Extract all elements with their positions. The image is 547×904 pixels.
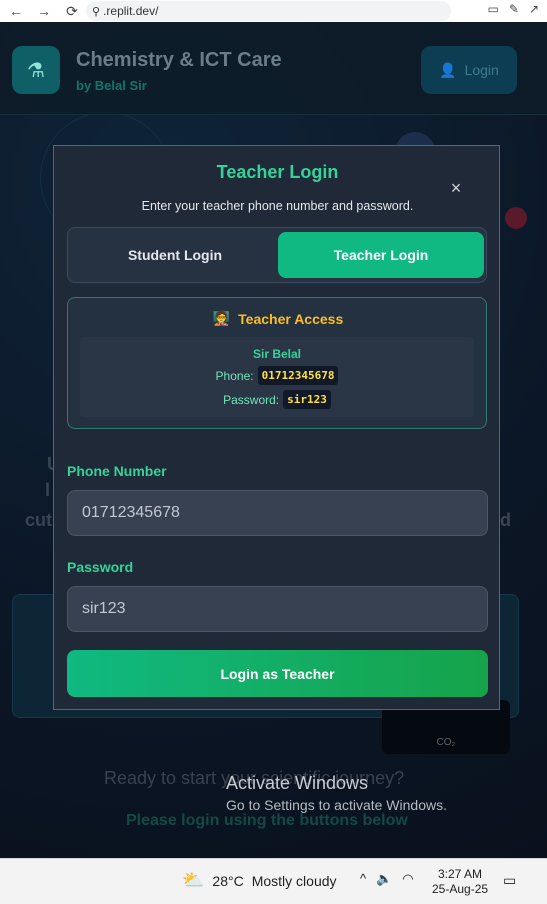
system-clock[interactable]: 3:27 AM 25-Aug-25 bbox=[432, 867, 488, 897]
login-type-tabs: Student Login Teacher Login bbox=[67, 227, 487, 283]
header-login-button[interactable]: 👤 Login bbox=[421, 46, 517, 94]
clock-time: 3:27 AM bbox=[438, 867, 483, 881]
teacher-icon: 🧑‍🏫 bbox=[212, 310, 231, 326]
url-text: .replit.dev/ bbox=[103, 4, 159, 18]
app-subtitle: by Belal Sir bbox=[76, 78, 147, 93]
open-external-icon[interactable]: ↗ bbox=[529, 2, 539, 16]
speaker-icon[interactable]: 🔈 bbox=[376, 871, 392, 887]
phone-number-field[interactable]: 01712345678 bbox=[67, 490, 488, 536]
clock-date: 25-Aug-25 bbox=[432, 882, 489, 896]
tab-student-login[interactable]: Student Login bbox=[72, 232, 278, 278]
password-field[interactable]: sir123 bbox=[67, 586, 488, 632]
flask-icon: ⚗ bbox=[12, 46, 60, 94]
browser-toolbar: ← → ⟳ ⚲ .replit.dev/ ▭ ✎ ↗ bbox=[0, 0, 547, 23]
credentials-panel: Sir Belal Phone: 01712345678 Password: s… bbox=[80, 337, 474, 417]
bg-fragment: d bbox=[500, 510, 511, 530]
address-bar[interactable]: ⚲ .replit.dev/ bbox=[86, 1, 451, 21]
app-title: Chemistry & ICT Care bbox=[76, 49, 282, 71]
bg-fragment: l bbox=[45, 480, 51, 500]
site-info-icon[interactable]: ⚲ bbox=[92, 5, 100, 18]
back-arrow-icon[interactable]: ← bbox=[7, 2, 25, 20]
password-hint-label: Password: bbox=[223, 392, 280, 407]
password-hint-value: sir123 bbox=[283, 390, 331, 409]
devtools-icon[interactable]: ✎ bbox=[509, 2, 519, 16]
windows-taskbar: ⛅ 28°C Mostly cloudy ^ 🔈 ◠ 3:27 AM 25-Au… bbox=[0, 858, 547, 904]
system-tray: ^ 🔈 ◠ bbox=[360, 871, 414, 887]
activate-windows-title: Activate Windows bbox=[226, 773, 369, 793]
access-title: Teacher Access bbox=[238, 310, 344, 327]
tab-teacher-login[interactable]: Teacher Login bbox=[278, 232, 484, 278]
user-icon: 👤 bbox=[439, 61, 457, 78]
bg-please-text: Please login using the buttons below bbox=[126, 812, 408, 829]
decor-atom bbox=[505, 207, 527, 229]
login-as-teacher-button[interactable]: Login as Teacher bbox=[67, 650, 488, 697]
close-icon[interactable]: × bbox=[447, 179, 465, 197]
cast-icon[interactable]: ▭ bbox=[488, 2, 499, 16]
activate-windows-subtitle: Go to Settings to activate Windows. bbox=[226, 797, 447, 813]
notification-icon[interactable]: ▭ bbox=[503, 872, 521, 890]
teacher-login-modal: Teacher Login Enter your teacher phone n… bbox=[53, 145, 500, 710]
partly-cloudy-icon: ⛅ bbox=[182, 870, 205, 890]
modal-description: Enter your teacher phone number and pass… bbox=[141, 199, 414, 213]
password-label: Password bbox=[67, 559, 134, 575]
app-header: ⚗ Chemistry & ICT Care by Belal Sir 👤 Lo… bbox=[0, 22, 547, 115]
wifi-icon[interactable]: ◠ bbox=[402, 871, 413, 887]
chevron-up-icon[interactable]: ^ bbox=[360, 871, 366, 887]
weather-widget[interactable]: ⛅ 28°C Mostly cloudy bbox=[182, 870, 337, 891]
co2-label: CO₂ bbox=[436, 737, 456, 748]
weather-condition: Mostly cloudy bbox=[251, 872, 337, 889]
phone-number-label: Phone Number bbox=[67, 463, 167, 479]
modal-title: Teacher Login bbox=[216, 162, 339, 182]
header-login-label: Login bbox=[464, 62, 499, 78]
temperature: 28°C bbox=[212, 872, 244, 889]
phone-hint-value: 01712345678 bbox=[257, 366, 339, 385]
reload-icon[interactable]: ⟳ bbox=[63, 2, 81, 20]
phone-hint-label: Phone: bbox=[215, 368, 254, 383]
bg-fragment: cut bbox=[25, 510, 52, 530]
teacher-name: Sir Belal bbox=[252, 347, 302, 361]
teacher-access-box: 🧑‍🏫 Teacher Access Sir Belal Phone: 0171… bbox=[67, 297, 487, 429]
forward-arrow-icon[interactable]: → bbox=[35, 2, 53, 20]
